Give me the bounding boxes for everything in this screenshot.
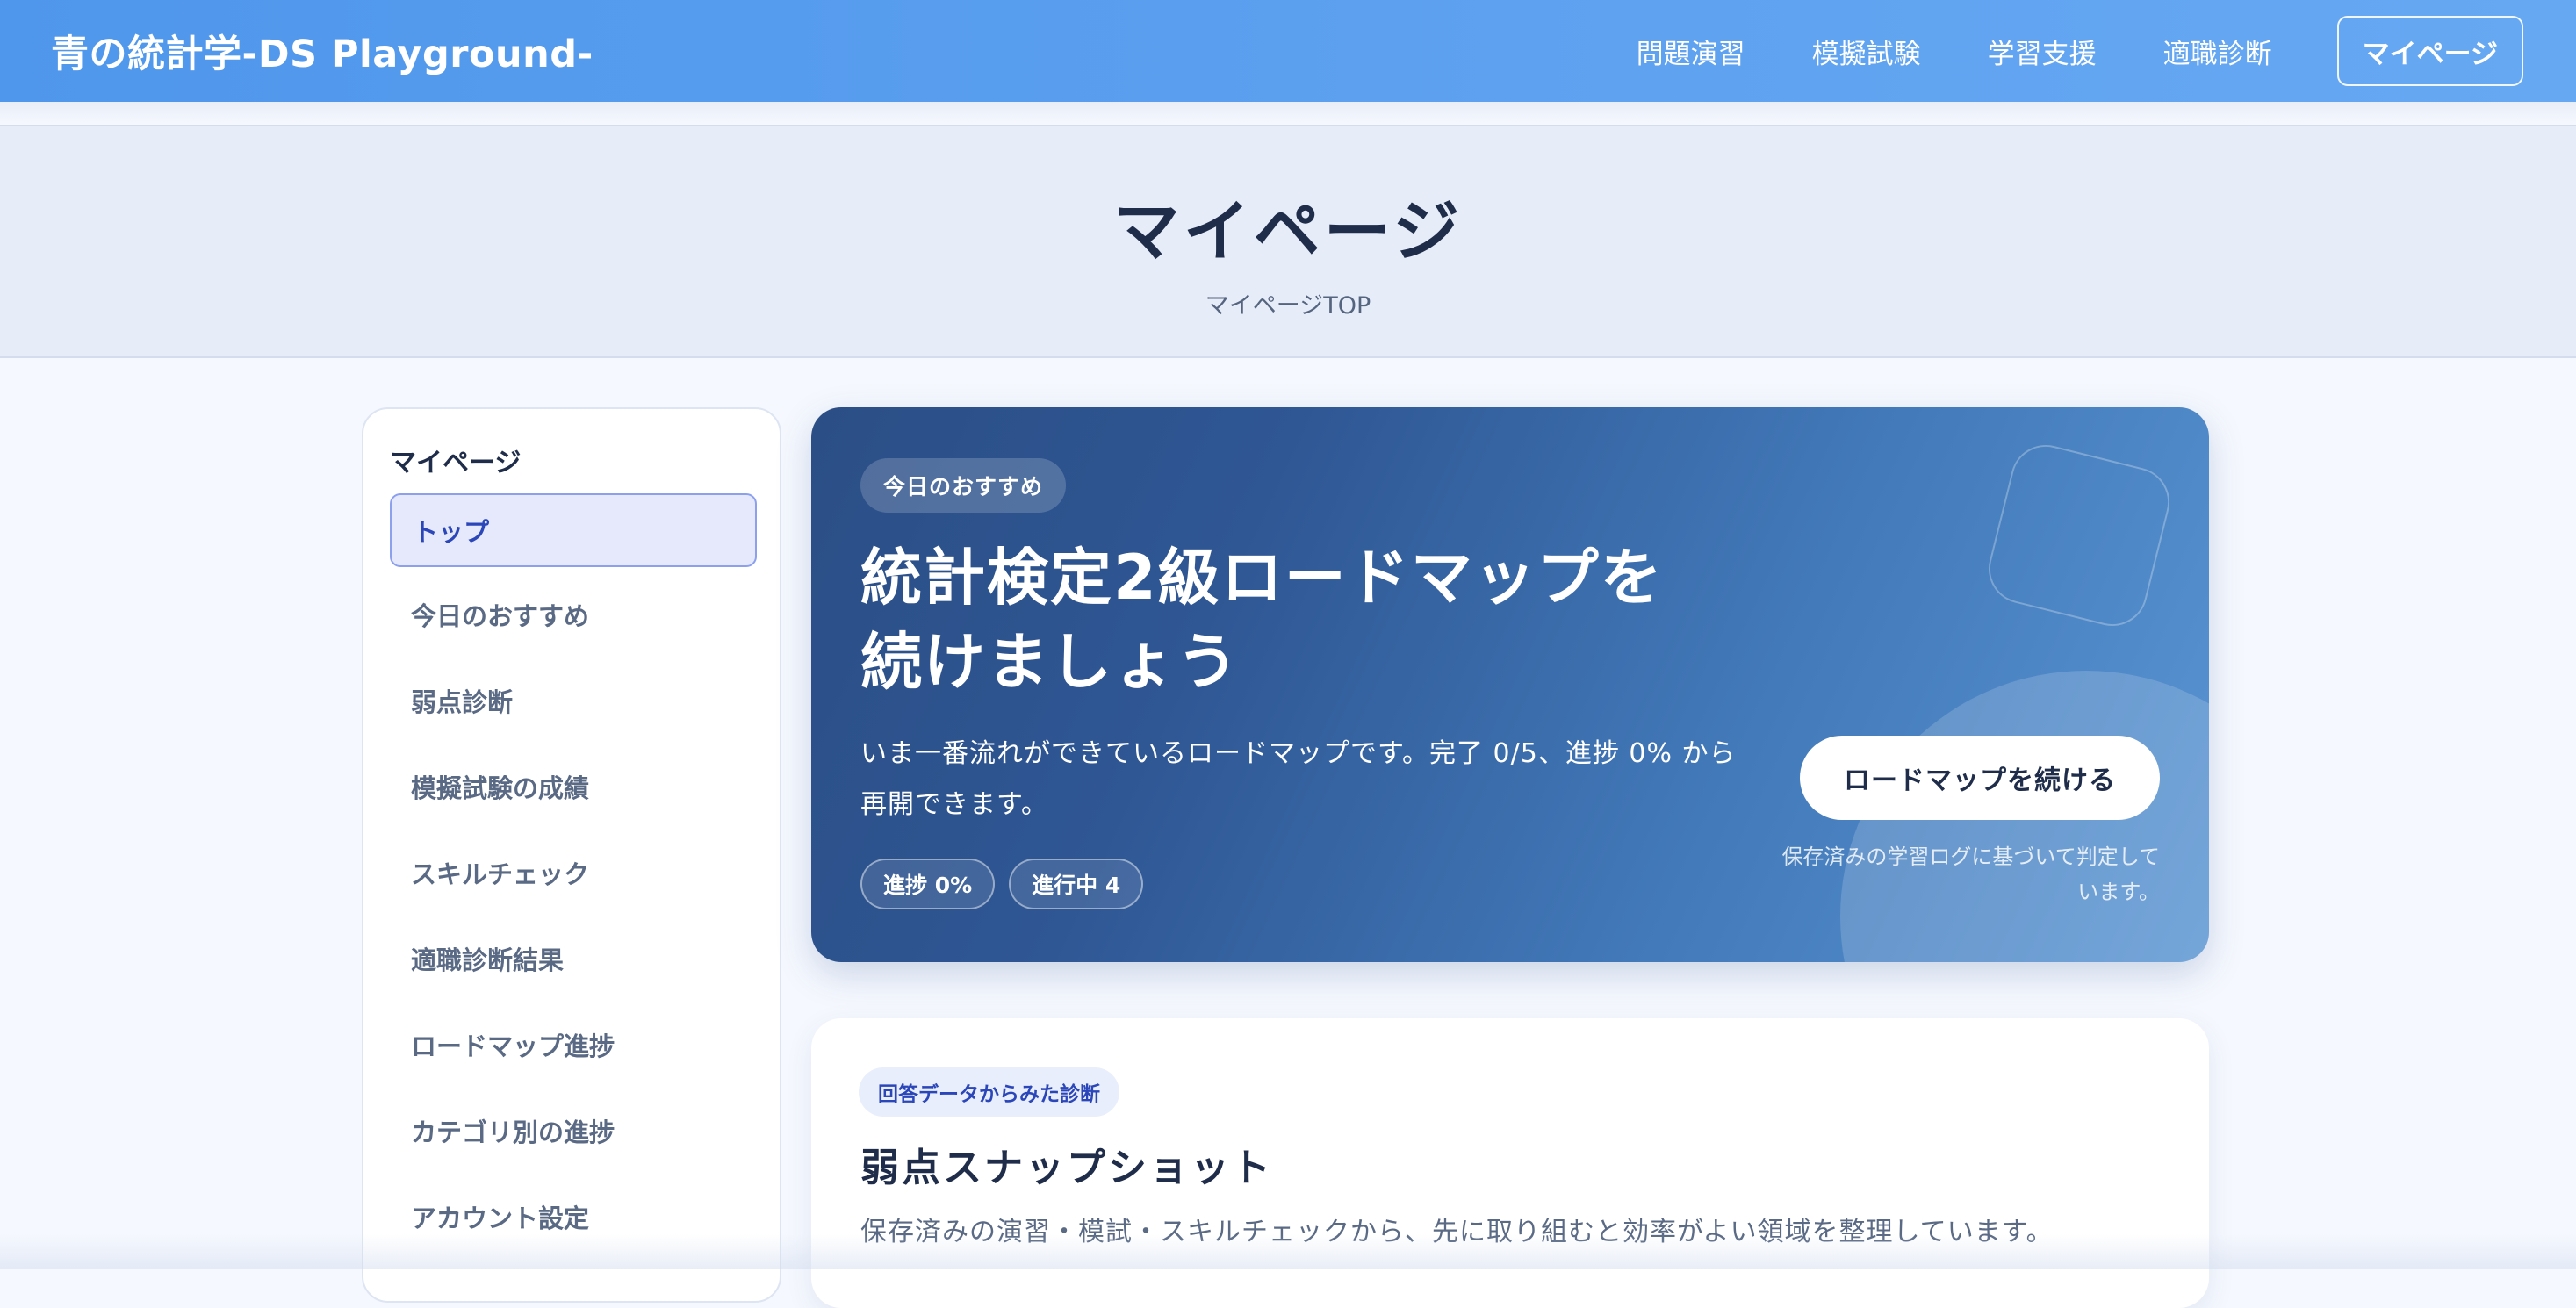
recommend-badge: 今日のおすすめ bbox=[860, 458, 1067, 513]
sidebar-item-career-result[interactable]: 適職診断結果 bbox=[390, 922, 757, 995]
sidebar-item-category-progress[interactable]: カテゴリ別の進捗 bbox=[390, 1094, 757, 1168]
nav-link-study-support[interactable]: 学習支援 bbox=[1988, 32, 2097, 71]
sidebar-item-top[interactable]: トップ bbox=[390, 493, 757, 567]
main-nav: 問題演習 模擬試験 学習支援 適職診断 マイページ bbox=[1570, 16, 2523, 86]
recommend-title-line1: 統計検定2級ロードマップを bbox=[860, 542, 1664, 614]
sidebar-item-weakness[interactable]: 弱点診断 bbox=[390, 664, 757, 737]
page-hero: マイページ マイページTOP bbox=[0, 125, 2576, 358]
header-shadow bbox=[0, 102, 2576, 125]
nav-mypage-button[interactable]: マイページ bbox=[2336, 16, 2523, 86]
site-brand[interactable]: 青の統計学-DS Playground- bbox=[51, 24, 594, 78]
recommend-card: 今日のおすすめ 統計検定2級ロードマップを 続けましょう いま一番流れができてい… bbox=[811, 407, 2209, 962]
nav-link-practice[interactable]: 問題演習 bbox=[1637, 32, 1745, 71]
recommend-title: 統計検定2級ロードマップを 続けましょう bbox=[860, 535, 1774, 704]
breadcrumb: マイページTOP bbox=[1205, 292, 1371, 320]
sidebar-item-mock-results[interactable]: 模擬試験の成績 bbox=[390, 750, 757, 823]
sidebar-item-roadmap[interactable]: ロードマップ進捗 bbox=[390, 1008, 757, 1082]
sidebar: マイページ トップ 今日のおすすめ 弱点診断 模擬試験の成績 スキルチェック 適… bbox=[362, 407, 781, 1303]
in-progress-chip: 進行中 4 bbox=[1009, 859, 1144, 909]
nav-link-mock-exam[interactable]: 模擬試験 bbox=[1812, 32, 1921, 71]
nav-link-career-diagnosis[interactable]: 適職診断 bbox=[2163, 32, 2272, 71]
page-title: マイページ bbox=[1112, 192, 1464, 270]
snapshot-badge: 回答データからみた診断 bbox=[859, 1067, 1119, 1117]
recommend-title-line2: 続けましょう bbox=[860, 626, 1240, 698]
sidebar-item-skill-check[interactable]: スキルチェック bbox=[390, 836, 757, 909]
recommend-chips: 進捗 0% 進行中 4 bbox=[860, 859, 1157, 909]
progress-chip: 進捗 0% bbox=[860, 859, 996, 909]
top-header: 青の統計学-DS Playground- 問題演習 模擬試験 学習支援 適職診断… bbox=[0, 0, 2576, 102]
bottom-fade bbox=[0, 1234, 2576, 1269]
snapshot-title: 弱点スナップショット bbox=[860, 1146, 1273, 1190]
sidebar-title: マイページ bbox=[390, 448, 522, 478]
continue-roadmap-button[interactable]: ロードマップを続ける bbox=[1800, 736, 2160, 820]
sidebar-item-today-recommend[interactable]: 今日のおすすめ bbox=[390, 578, 757, 651]
decorative-square bbox=[1981, 437, 2177, 634]
recommend-note: 保存済みの学習ログに基づいて判定しています。 bbox=[1781, 844, 2160, 904]
recommend-description: いま一番流れができているロードマップです。完了 0/5、進捗 0% から再開でき… bbox=[860, 738, 1737, 820]
